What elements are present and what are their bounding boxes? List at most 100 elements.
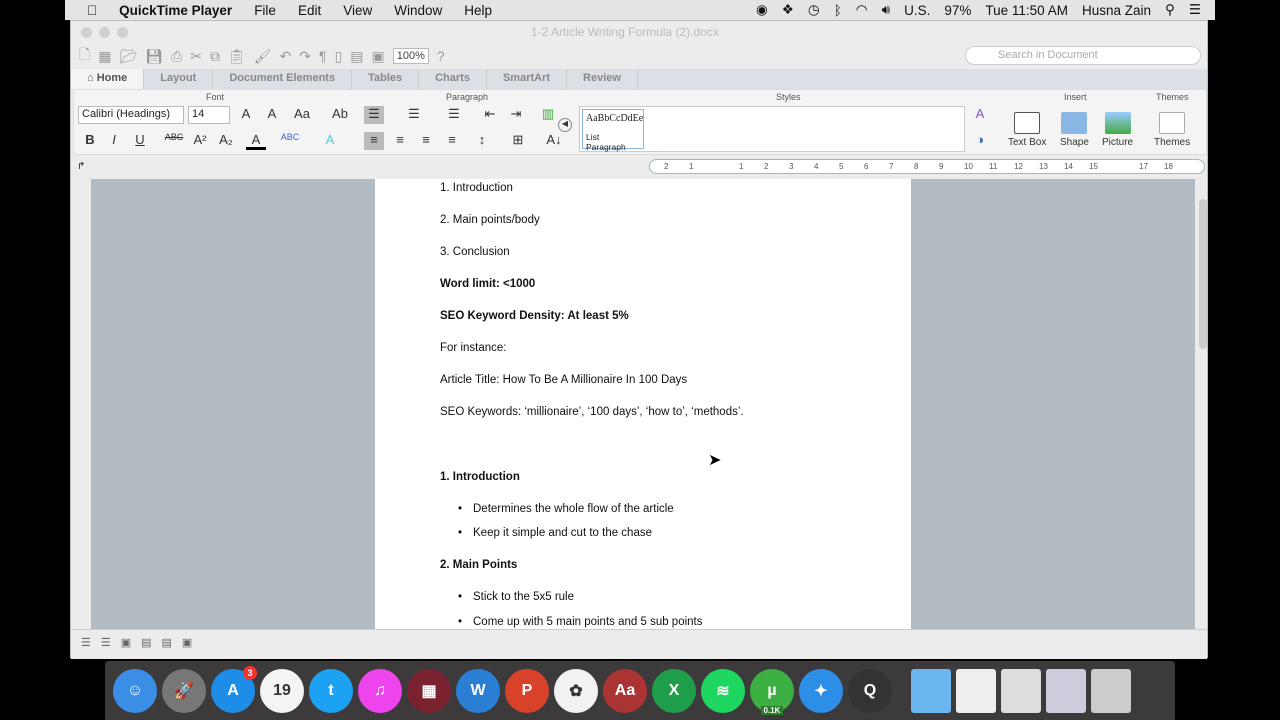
tab-selector-icon[interactable]: ↱: [77, 161, 85, 172]
dock-window-thumbnail-icon[interactable]: [1001, 668, 1041, 713]
media-icon[interactable]: ▣: [372, 48, 385, 65]
input-source[interactable]: U.S.: [904, 3, 930, 18]
subscript-icon[interactable]: A₂: [216, 132, 236, 150]
volume-icon[interactable]: 🔊︎: [882, 2, 891, 18]
print-icon[interactable]: ⎙: [171, 48, 182, 65]
dock-trash-icon[interactable]: [1091, 668, 1131, 713]
dock-itunes-icon[interactable]: ♫: [358, 668, 402, 713]
style-list-paragraph[interactable]: AaBbCcDdEe List Paragraph: [582, 109, 644, 152]
vertical-scrollbar[interactable]: [1199, 199, 1207, 349]
italic-icon[interactable]: I: [104, 132, 124, 150]
pilcrow-icon[interactable]: ¶: [319, 48, 327, 64]
menu-view[interactable]: View: [343, 3, 372, 18]
dock-app-store-icon[interactable]: A3: [211, 665, 257, 713]
menu-edit[interactable]: Edit: [298, 3, 321, 18]
cut-icon[interactable]: ✂: [190, 48, 202, 65]
manage-styles-icon[interactable]: ◑: [970, 132, 990, 150]
dock-calendar-icon[interactable]: 19: [260, 668, 304, 713]
zoom-select[interactable]: 100%: [392, 48, 429, 64]
record-icon[interactable]: ◉: [756, 2, 768, 18]
zoom-button[interactable]: [117, 27, 128, 38]
menu-app[interactable]: QuickTime Player: [119, 3, 232, 18]
align-right-icon[interactable]: ≡: [416, 132, 436, 150]
tab-document-elements[interactable]: Document Elements: [213, 69, 353, 89]
close-button[interactable]: [81, 27, 92, 38]
dock-pdf-file-icon[interactable]: [956, 668, 996, 713]
numbering-icon[interactable]: ☰: [404, 106, 424, 124]
new-icon[interactable]: 🗋: [79, 44, 90, 68]
battery-status[interactable]: 97%: [944, 3, 971, 18]
font-color-icon[interactable]: A: [246, 132, 266, 150]
tab-home[interactable]: ⌂ Home: [71, 69, 145, 89]
horizontal-ruler[interactable]: 2 1 1 2 3 4 5 6 7 8 9 10 11 12 13 14 15 17 18: [649, 159, 1205, 174]
document-page[interactable]: 1. Introduction 2. Main points/body 3. Con…: [375, 179, 911, 631]
dock-dictionary-icon[interactable]: Aa: [603, 668, 647, 713]
tab-review[interactable]: Review: [567, 69, 638, 89]
multilevel-list-icon[interactable]: ☰: [444, 106, 464, 124]
insert-shape-button[interactable]: Shape: [1060, 112, 1089, 148]
columns-icon[interactable]: ▥: [538, 106, 558, 124]
view-buttons[interactable]: ☰☰▣▤▤▣: [81, 636, 202, 649]
clock[interactable]: Tue 11:50 AM: [985, 3, 1068, 18]
increase-indent-icon[interactable]: ⇥: [506, 106, 526, 124]
menu-help[interactable]: Help: [464, 3, 492, 18]
line-spacing-icon[interactable]: ↕: [472, 132, 492, 150]
tab-tables[interactable]: Tables: [352, 69, 420, 89]
time-machine-icon[interactable]: ◷: [808, 2, 820, 18]
copy-icon[interactable]: ⧉: [210, 48, 220, 65]
dock-quicktime-icon[interactable]: Q: [848, 668, 892, 713]
dock-window-thumbnail-2-icon[interactable]: [1046, 668, 1086, 713]
dock-finder-icon[interactable]: ☺: [113, 668, 157, 713]
insert-picture-button[interactable]: Picture: [1102, 112, 1133, 148]
menu-file[interactable]: File: [254, 3, 276, 18]
font-size-select[interactable]: 14: [188, 106, 230, 124]
change-case-icon[interactable]: Aa: [292, 106, 312, 124]
help-icon[interactable]: ?: [437, 48, 445, 64]
justify-icon[interactable]: ≡: [442, 132, 462, 150]
search-input[interactable]: Search in Document: [965, 46, 1201, 65]
dock-powerpoint-icon[interactable]: P: [505, 668, 549, 713]
dock-excel-icon[interactable]: X: [652, 668, 696, 713]
tab-layout[interactable]: Layout: [144, 69, 214, 89]
bold-icon[interactable]: B: [80, 132, 100, 150]
dropbox-icon[interactable]: ❖: [782, 2, 794, 18]
sort-icon[interactable]: A↓: [544, 132, 564, 150]
decrease-indent-icon[interactable]: ⇤: [480, 106, 500, 124]
dock-photos-icon[interactable]: ✿: [554, 668, 598, 713]
text-effects-icon[interactable]: A: [320, 132, 340, 150]
user-name[interactable]: Husna Zain: [1082, 3, 1151, 18]
sidebar-icon[interactable]: ▯: [335, 48, 343, 65]
spotlight-icon[interactable]: ⚲: [1165, 2, 1175, 18]
tab-smartart[interactable]: SmartArt: [487, 69, 568, 89]
format-painter-icon[interactable]: 🖌︎: [254, 48, 272, 65]
insert-text-box-button[interactable]: Text Box: [1008, 112, 1046, 148]
strikethrough-icon[interactable]: ABC: [164, 132, 184, 150]
shrink-font-icon[interactable]: A: [262, 106, 282, 124]
dock-launchpad-icon[interactable]: 🚀: [162, 668, 206, 713]
align-center-icon[interactable]: ≡: [390, 132, 410, 150]
dock-folder-icon[interactable]: [911, 668, 951, 713]
undo-icon[interactable]: ↶: [280, 48, 292, 65]
superscript-icon[interactable]: A²: [190, 132, 210, 150]
borders-icon[interactable]: ⊞: [508, 132, 528, 150]
grow-font-icon[interactable]: A: [236, 106, 256, 124]
templates-icon[interactable]: ▦: [98, 48, 111, 65]
dock-spotify-icon[interactable]: ≋: [701, 668, 745, 713]
themes-button[interactable]: Themes: [1154, 112, 1190, 148]
apple-icon[interactable]: : [87, 3, 97, 18]
align-left-icon[interactable]: ≡: [364, 132, 384, 150]
underline-icon[interactable]: U: [130, 132, 150, 150]
font-name-select[interactable]: Calibri (Headings): [78, 106, 184, 124]
highlight-icon[interactable]: ABC: [280, 132, 300, 150]
dock-twitter-icon[interactable]: t: [309, 668, 353, 713]
redo-icon[interactable]: ↷: [299, 48, 311, 65]
minimize-button[interactable]: [99, 27, 110, 38]
clear-formatting-icon[interactable]: Ab: [330, 106, 350, 124]
styles-scroll-left-icon[interactable]: ◀: [558, 118, 572, 132]
dock-safari-icon[interactable]: ✦: [799, 668, 843, 713]
bullets-icon[interactable]: ☰: [364, 106, 384, 124]
menu-window[interactable]: Window: [394, 3, 442, 18]
save-icon[interactable]: 💾︎: [145, 48, 163, 65]
styles-pane-icon[interactable]: A: [970, 106, 990, 124]
wifi-icon[interactable]: ◠: [856, 2, 868, 18]
